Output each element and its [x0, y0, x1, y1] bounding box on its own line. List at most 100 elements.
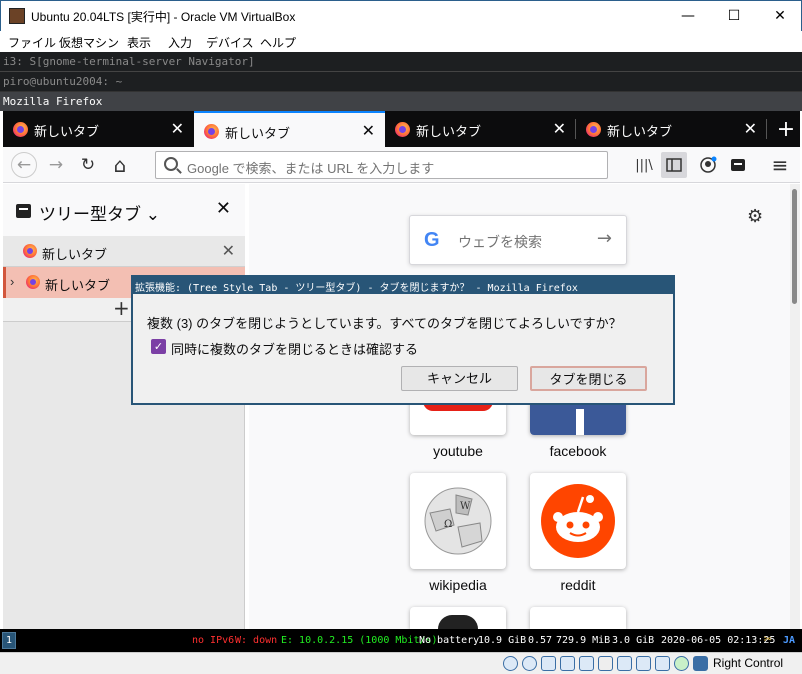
top-site-label: wikipedia	[429, 577, 487, 593]
confirm-checkbox[interactable]: ✓	[151, 339, 166, 354]
web-search-box[interactable]: G ウェブを検索 →	[409, 215, 627, 265]
shared-folders-icon[interactable]	[598, 656, 613, 671]
checkbox-label[interactable]: 同時に複数のタブを閉じるときは確認する	[171, 339, 418, 358]
reddit-icon	[541, 484, 615, 558]
menu-input[interactable]: 入力	[168, 34, 192, 51]
top-site-reddit[interactable]	[530, 473, 626, 569]
menu-help[interactable]: ヘルプ	[260, 34, 296, 51]
i3-title-terminal-navigator[interactable]: i3: S[gnome-terminal-server Navigator]	[0, 52, 802, 72]
add-tab-icon[interactable]: +	[113, 296, 130, 320]
optical-drive-icon[interactable]	[522, 656, 537, 671]
top-site-wikipedia[interactable]: Ω W	[410, 473, 506, 569]
site-icon	[438, 615, 478, 629]
forward-button[interactable]: →	[43, 152, 69, 178]
menu-file[interactable]: ファイル	[8, 34, 56, 51]
tree-tab-item[interactable]: 新しいタブ ✕	[3, 236, 245, 267]
twisty-icon[interactable]: ›	[10, 274, 14, 289]
tab-strip: 新しいタブ ✕ 新しいタブ ✕ 新しいタブ ✕ 新しいタブ ✕ +	[3, 111, 800, 147]
search-icon	[164, 157, 178, 171]
nav-bar: ← → ↻ ⌂ Google で検索、または URL を入力します |||\ ≡	[3, 147, 800, 183]
dialog-title[interactable]: 拡張機能: (Tree Style Tab - ツリー型タブ) - タブを閉じま…	[133, 277, 673, 294]
tab-active[interactable]: 新しいタブ ✕	[194, 111, 385, 147]
close-tab-icon[interactable]: ✕	[362, 121, 375, 141]
google-icon: G	[424, 229, 440, 251]
wikipedia-icon: Ω W	[424, 487, 492, 555]
close-tab-icon[interactable]: ✕	[171, 119, 184, 139]
menu-devices[interactable]: デバイス	[206, 34, 254, 51]
window-titlebar: Ubuntu 20.04LTS [実行中] - Oracle VM Virtua…	[0, 0, 802, 31]
close-tab-icon[interactable]: ✕	[744, 119, 757, 139]
network-icon[interactable]	[560, 656, 575, 671]
url-bar[interactable]: Google で検索、または URL を入力します	[155, 151, 608, 179]
status-ipv6: no IPv6	[192, 635, 235, 646]
dialog-message: 複数 (3) のタブを閉じようとしています。すべてのタブを閉じてよろしいですか？	[147, 316, 622, 331]
top-site-partial[interactable]	[530, 607, 626, 629]
close-tab-icon[interactable]: ✕	[222, 241, 235, 261]
maximize-button[interactable]: ☐	[711, 1, 757, 31]
menu-view[interactable]: 表示	[127, 34, 151, 51]
menu-button[interactable]: ≡	[767, 152, 793, 178]
scrollbar-thumb[interactable]	[792, 189, 797, 304]
tab[interactable]: 新しいタブ ✕	[385, 111, 576, 147]
status-datetime: 2020-06-05 02:13:25	[661, 635, 776, 646]
i3-title-terminal[interactable]: piro@ubuntu2004: ~	[0, 72, 802, 92]
i3-status-bar: 1 no IPv6 W: down E: 10.0.2.15 (1000 Mbi…	[0, 629, 802, 652]
status-load: 0.57	[528, 635, 553, 646]
close-sidebar-icon[interactable]: ✕	[216, 198, 231, 219]
cancel-button[interactable]: キャンセル	[401, 366, 518, 391]
menu-bar: ファイル 仮想マシン 表示 入力 デバイス ヘルプ	[0, 31, 802, 52]
svg-text:W: W	[460, 501, 471, 512]
url-placeholder: Google で検索、または URL を入力します	[187, 161, 435, 176]
cpu-icon[interactable]	[655, 656, 670, 671]
scrollbar[interactable]	[790, 184, 800, 629]
status-battery: No battery	[419, 635, 480, 646]
minimize-button[interactable]: —	[665, 1, 711, 31]
hdd-icon[interactable]	[503, 656, 518, 671]
tab-separator	[766, 119, 767, 139]
new-tab-button[interactable]: +	[772, 111, 800, 147]
settings-gear-icon[interactable]: ⚙	[747, 206, 763, 227]
menu-machine[interactable]: 仮想マシン	[59, 34, 119, 51]
keyboard-capture-icon[interactable]	[693, 656, 708, 671]
recording-icon[interactable]	[636, 656, 651, 671]
sidebar-toggle-button[interactable]	[661, 152, 687, 178]
firefox-icon	[23, 244, 37, 258]
search-arrow-icon[interactable]: →	[597, 228, 612, 249]
input-method-indicator[interactable]: JA	[783, 635, 795, 646]
firefox-icon	[204, 124, 219, 139]
back-button[interactable]: ←	[11, 152, 37, 178]
tab-label: 新しいタブ	[34, 124, 100, 139]
close-tab-icon[interactable]: ✕	[553, 119, 566, 139]
mouse-integration-icon[interactable]	[674, 656, 689, 671]
virtualbox-icon	[9, 8, 25, 24]
top-site-label: facebook	[549, 443, 607, 459]
firefox-icon	[13, 122, 28, 137]
status-wifi: W: down	[235, 635, 278, 646]
close-tabs-button[interactable]: タブを閉じる	[530, 366, 647, 391]
close-tabs-dialog: 拡張機能: (Tree Style Tab - ツリー型タブ) - タブを閉じま…	[131, 275, 675, 405]
host-key-label: Right Control	[713, 656, 784, 670]
library-button[interactable]: |||\	[631, 152, 657, 178]
status-disk: 10.9 GiB	[478, 635, 527, 646]
close-window-button[interactable]: ✕	[757, 1, 802, 31]
tab[interactable]: 新しいタブ ✕	[576, 111, 767, 147]
reload-button[interactable]: ↻	[75, 152, 101, 178]
workspace-button[interactable]: 1	[2, 632, 16, 649]
web-search-placeholder: ウェブを検索	[458, 234, 542, 250]
display-icon[interactable]	[617, 656, 632, 671]
top-site-partial[interactable]	[410, 607, 506, 629]
i3-title-firefox[interactable]: Mozilla Firefox	[0, 92, 802, 111]
usb-icon[interactable]	[579, 656, 594, 671]
account-button[interactable]	[695, 152, 721, 178]
status-memory: 729.9 MiB	[556, 635, 611, 646]
tree-style-tab-sidebar: ツリー型タブ ⌄ ✕ 新しいタブ ✕ › 新しいタブ +	[3, 184, 245, 629]
status-ethernet: E: 10.0.2.15 (1000 Mbit/s)	[281, 635, 438, 646]
sidebar-title[interactable]: ツリー型タブ ⌄	[39, 200, 160, 225]
home-button[interactable]: ⌂	[107, 152, 133, 178]
sidebar-icon	[666, 158, 682, 172]
audio-icon[interactable]	[541, 656, 556, 671]
tray-tools-icon[interactable]: ✂	[764, 632, 772, 647]
tab[interactable]: 新しいタブ ✕	[3, 111, 194, 147]
tree-style-tab-button[interactable]	[725, 152, 751, 178]
firefox-icon	[26, 275, 40, 289]
